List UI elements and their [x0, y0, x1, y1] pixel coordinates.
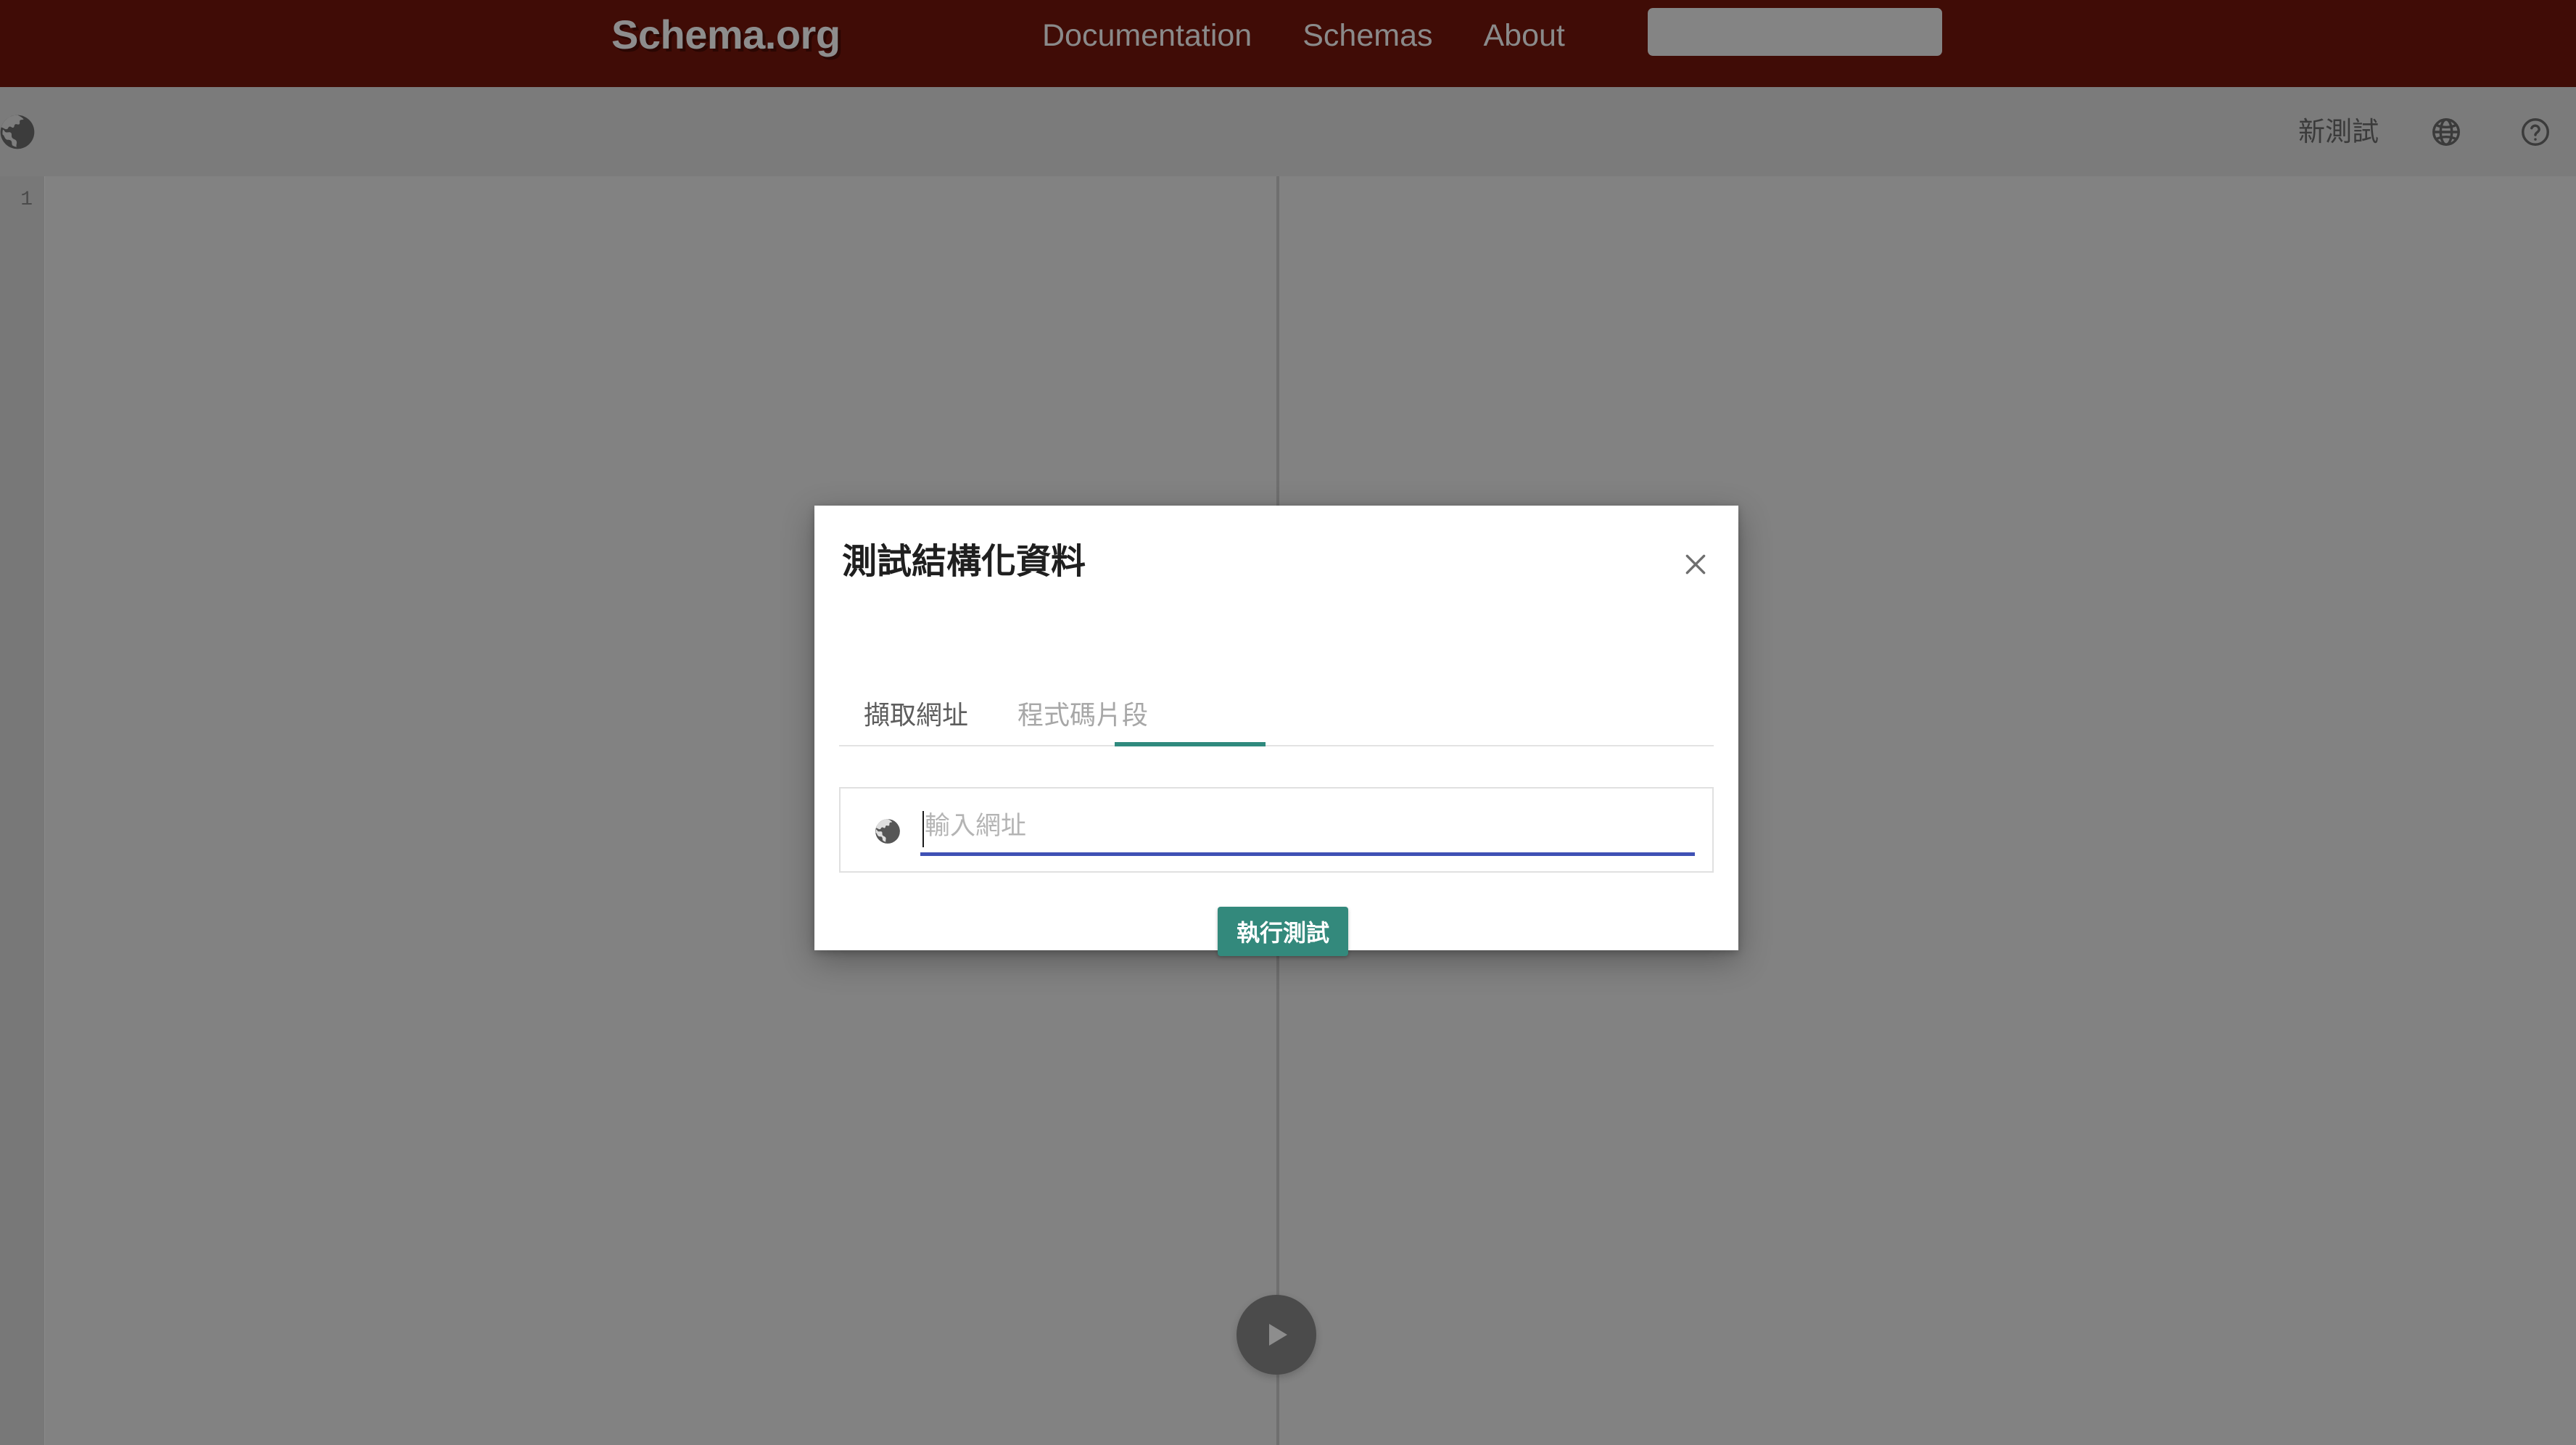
globe-icon: [871, 815, 904, 848]
close-icon: [1685, 554, 1706, 575]
dialog-title: 測試結構化資料: [842, 543, 1086, 581]
run-test-button[interactable]: 執行測試: [1218, 907, 1349, 956]
tabs-baseline: [839, 745, 1714, 746]
tab-fetch-url[interactable]: 擷取網址: [839, 684, 993, 746]
close-button[interactable]: [1672, 540, 1720, 588]
page-root: Schema.org Documentation Schemas About 新…: [0, 0, 2576, 1445]
url-input[interactable]: [920, 804, 1695, 856]
active-tab-indicator: [1115, 742, 1266, 746]
globe-icon-glyph: [875, 819, 900, 844]
url-input-row: [841, 789, 1715, 874]
url-input-panel: [839, 787, 1714, 873]
tab-code-snippet[interactable]: 程式碼片段: [993, 684, 1173, 746]
url-field-wrapper: [920, 804, 1695, 859]
dialog-tabs: 擷取網址 程式碼片段: [839, 684, 1173, 746]
test-structured-data-dialog: 測試結構化資料 擷取網址 程式碼片段 輸入網址 執行測試: [814, 506, 1738, 956]
